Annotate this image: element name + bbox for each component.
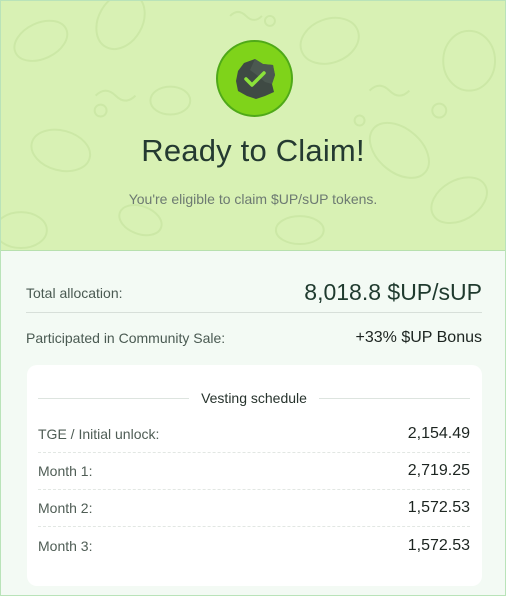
community-sale-label: Participated in Community Sale: bbox=[26, 330, 226, 346]
vesting-row-month-2: Month 2: 1,572.53 bbox=[38, 490, 470, 527]
total-allocation-value: 8,018.8 $UP/sUP bbox=[304, 279, 482, 305]
vesting-row-value: 2,154.49 bbox=[407, 425, 470, 442]
decorative-pattern bbox=[1, 1, 497, 249]
community-sale-row: Participated in Community Sale: +33% $UP… bbox=[26, 319, 482, 357]
vesting-schedule-title: Vesting schedule bbox=[201, 390, 307, 406]
vesting-row-month-3: Month 3: 1,572.53 bbox=[38, 527, 470, 564]
divider bbox=[318, 397, 471, 399]
page-title: Ready to Claim! bbox=[141, 133, 365, 168]
vesting-schedule-panel: Vesting schedule TGE / Initial unlock: 2… bbox=[27, 365, 482, 586]
vesting-row-label: TGE / Initial unlock: bbox=[38, 426, 160, 442]
vesting-row-tge: TGE / Initial unlock: 2,154.49 bbox=[38, 416, 470, 453]
vesting-schedule-header: Vesting schedule bbox=[38, 387, 471, 409]
total-allocation-label: Total allocation: bbox=[26, 284, 123, 301]
total-allocation-row: Total allocation: 8,018.8 $UP/sUP bbox=[26, 273, 482, 313]
hero-section: Ready to Claim! You're eligible to claim… bbox=[1, 1, 505, 251]
community-sale-bonus: +33% $UP Bonus bbox=[355, 329, 482, 346]
vesting-row-label: Month 2: bbox=[38, 500, 93, 516]
vesting-row-value: 2,719.25 bbox=[407, 462, 470, 479]
vesting-row-month-1: Month 1: 2,719.25 bbox=[38, 453, 470, 490]
claim-card: Ready to Claim! You're eligible to claim… bbox=[0, 0, 506, 596]
eligibility-subtitle: You're eligible to claim $UP/sUP tokens. bbox=[128, 191, 378, 207]
claim-badge bbox=[216, 40, 293, 117]
vesting-row-value: 1,572.53 bbox=[407, 536, 470, 554]
vesting-row-label: Month 1: bbox=[38, 463, 93, 479]
divider bbox=[38, 397, 190, 399]
vesting-row-value: 1,572.53 bbox=[407, 499, 470, 516]
check-badge-icon bbox=[235, 58, 275, 99]
vesting-row-label: Month 3: bbox=[38, 537, 93, 554]
